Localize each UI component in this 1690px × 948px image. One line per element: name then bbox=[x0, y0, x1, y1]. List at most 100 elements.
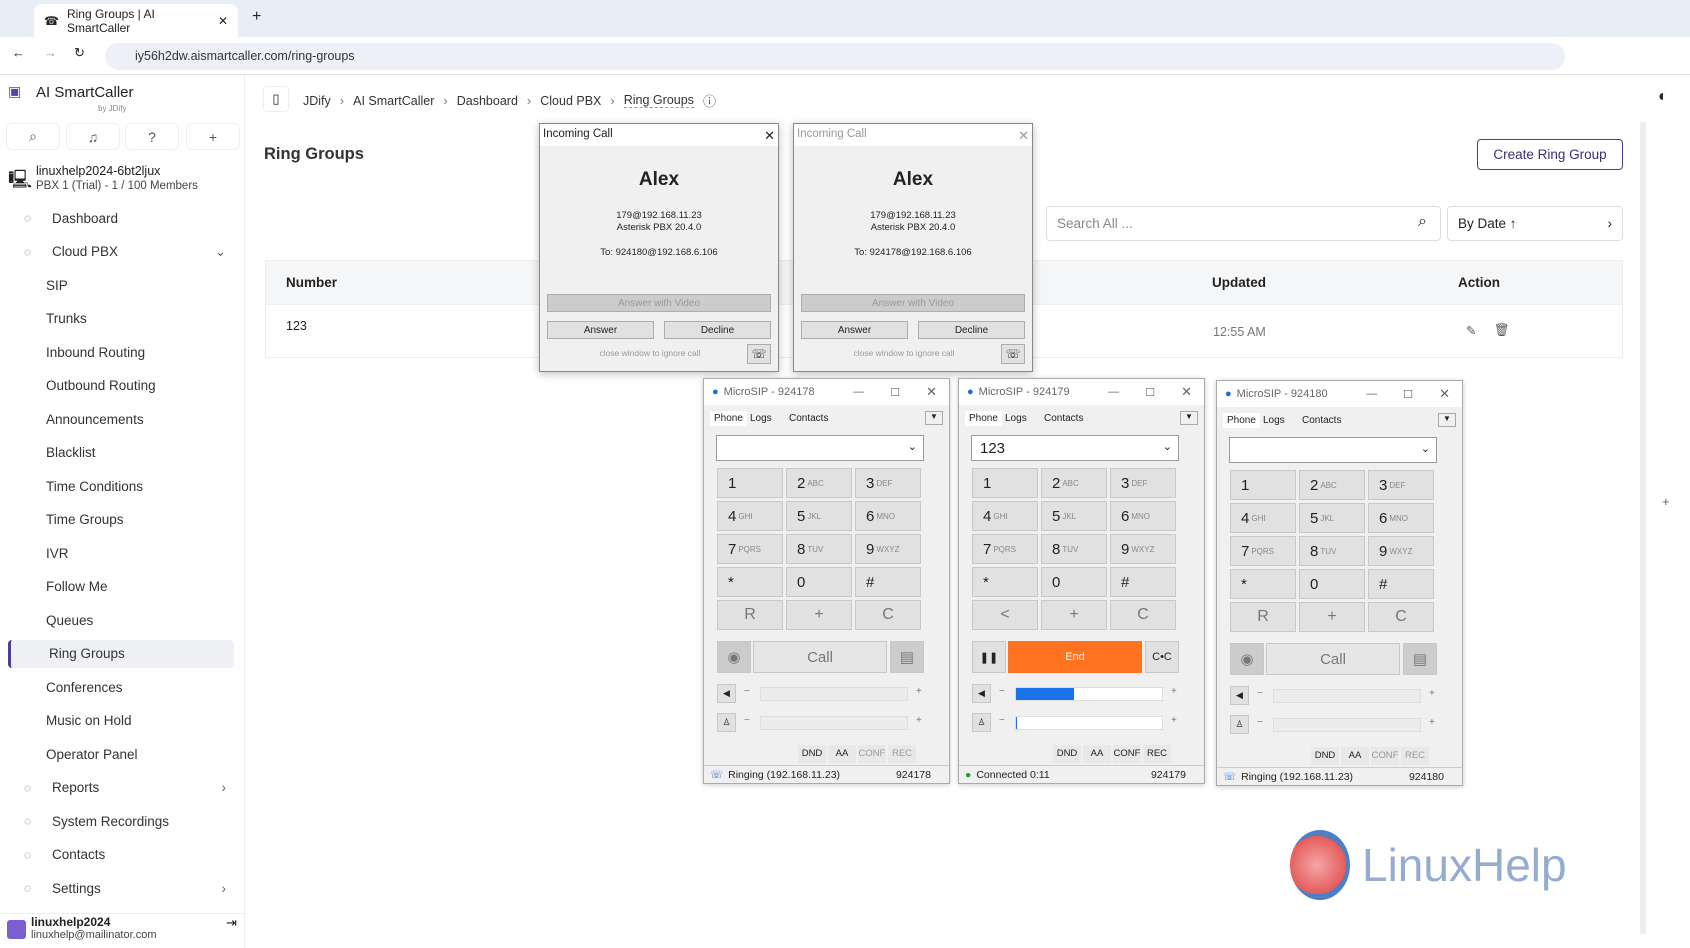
key-6[interactable]: 6 MNO bbox=[1110, 501, 1176, 531]
avatar[interactable] bbox=[7, 920, 26, 939]
key-5[interactable]: 5 JKL bbox=[786, 501, 852, 531]
backspace-button[interactable]: R bbox=[1230, 602, 1296, 632]
search-icon[interactable]: ⌕ bbox=[1418, 213, 1427, 231]
clear-button[interactable]: C bbox=[1368, 602, 1434, 632]
workspace-name[interactable]: linuxhelp2024-6bt2ljux bbox=[36, 164, 160, 178]
breadcrumb-item[interactable]: Ring Groups bbox=[623, 93, 694, 108]
mic-icon[interactable]: ♙ bbox=[1230, 715, 1249, 734]
key-9[interactable]: 9 WXYZ bbox=[1110, 534, 1176, 564]
key-#[interactable]: # bbox=[855, 567, 921, 597]
hold-icon[interactable]: ❚❚ bbox=[972, 641, 1006, 673]
tab-logs[interactable]: Logs bbox=[746, 411, 776, 426]
key-9[interactable]: 9 WXYZ bbox=[1368, 536, 1434, 566]
sidebar-item-inbound-routing[interactable]: Inbound Routing bbox=[8, 338, 234, 366]
key-2[interactable]: 2 ABC bbox=[1299, 470, 1365, 500]
close-icon[interactable]: ✕ bbox=[926, 384, 937, 400]
key-0[interactable]: 0 bbox=[786, 567, 852, 597]
speaker-volume-slider[interactable] bbox=[1015, 687, 1163, 701]
plus-button[interactable]: + bbox=[786, 600, 852, 630]
sort-select[interactable]: By Date ↑ › bbox=[1447, 206, 1623, 241]
dial-input[interactable]: ⌄ bbox=[716, 435, 924, 461]
forward-call-icon[interactable]: ☏ bbox=[1001, 344, 1025, 364]
key-0[interactable]: 0 bbox=[1299, 569, 1365, 599]
end-call-button[interactable]: End bbox=[1008, 641, 1142, 673]
sidebar-item-sip[interactable]: SIP bbox=[8, 271, 234, 299]
speaker-icon[interactable]: ◀ bbox=[717, 684, 736, 703]
mic-icon[interactable]: ♙ bbox=[717, 713, 736, 732]
speaker-icon[interactable]: ◀ bbox=[1230, 686, 1249, 705]
key-7[interactable]: 7 PQRS bbox=[717, 534, 783, 564]
answer-button[interactable]: Answer bbox=[547, 321, 654, 339]
forward-icon[interactable]: → bbox=[44, 45, 57, 60]
help-icon[interactable]: ? bbox=[125, 123, 179, 150]
sidebar-item-queues[interactable]: Queues bbox=[8, 606, 234, 634]
toggle-sidebar-icon[interactable]: ▯ bbox=[263, 86, 289, 112]
sidebar-item-reports[interactable]: ◌ Reports › bbox=[8, 774, 234, 802]
flag-conf-button[interactable]: CONF bbox=[1113, 745, 1141, 763]
call-button[interactable]: Call bbox=[1266, 643, 1400, 675]
key-4[interactable]: 4 GHI bbox=[717, 501, 783, 531]
speaker-volume-slider[interactable] bbox=[760, 687, 908, 701]
sidebar-item-time-groups[interactable]: Time Groups bbox=[8, 506, 234, 534]
minimize-icon[interactable]: — bbox=[1366, 388, 1377, 400]
flag-conf-button[interactable]: CONF bbox=[858, 745, 886, 763]
key-*[interactable]: * bbox=[972, 567, 1038, 597]
tab-logs[interactable]: Logs bbox=[1259, 413, 1289, 428]
sidebar-item-outbound-routing[interactable]: Outbound Routing bbox=[8, 372, 234, 400]
tab-phone[interactable]: Phone bbox=[1223, 413, 1260, 428]
key-#[interactable]: # bbox=[1368, 569, 1434, 599]
key-*[interactable]: * bbox=[1230, 569, 1296, 599]
edit-icon[interactable]: ✎ bbox=[1466, 323, 1476, 338]
message-icon[interactable]: ▤ bbox=[1403, 643, 1437, 675]
search-input[interactable]: Search All ... bbox=[1046, 206, 1441, 241]
window-titlebar[interactable]: ● MicroSIP - 924178 — ☐ ✕ bbox=[704, 379, 949, 405]
delete-icon[interactable]: 🗑 bbox=[1494, 323, 1510, 338]
sidebar-item-trunks[interactable]: Trunks bbox=[8, 305, 234, 333]
column-number[interactable]: Number bbox=[286, 275, 337, 290]
sidebar-item-conferences[interactable]: Conferences bbox=[8, 673, 234, 701]
key-2[interactable]: 2 ABC bbox=[786, 468, 852, 498]
flag-conf-button[interactable]: CONF bbox=[1371, 747, 1399, 765]
decline-button[interactable]: Decline bbox=[664, 321, 771, 339]
breadcrumb-item[interactable]: JDify bbox=[303, 94, 331, 108]
breadcrumb-item[interactable]: Dashboard bbox=[457, 94, 518, 108]
key-3[interactable]: 3 DEF bbox=[855, 468, 921, 498]
key-8[interactable]: 8 TUV bbox=[786, 534, 852, 564]
menu-dropdown-icon[interactable]: ▼ bbox=[925, 411, 943, 425]
user-name[interactable]: linuxhelp2024 bbox=[31, 915, 110, 929]
close-icon[interactable]: ✕ bbox=[1439, 386, 1450, 402]
flag-rec-button[interactable]: REC bbox=[1143, 745, 1171, 763]
column-updated[interactable]: Updated bbox=[1212, 275, 1266, 290]
key-7[interactable]: 7 PQRS bbox=[972, 534, 1038, 564]
close-icon[interactable]: ✕ bbox=[1018, 128, 1029, 143]
key-3[interactable]: 3 DEF bbox=[1368, 470, 1434, 500]
mic-volume-slider[interactable] bbox=[1273, 718, 1421, 732]
new-tab-icon[interactable]: + bbox=[252, 8, 261, 26]
bell-icon[interactable]: ♫ bbox=[66, 123, 120, 150]
key-*[interactable]: * bbox=[717, 567, 783, 597]
search-icon[interactable]: ⌕ bbox=[6, 123, 60, 150]
key-8[interactable]: 8 TUV bbox=[1299, 536, 1365, 566]
mic-volume-slider[interactable] bbox=[760, 716, 908, 730]
url-input[interactable]: iy56h2dw.aismartcaller.com/ring-groups bbox=[105, 43, 1565, 70]
sidebar-item-cloud-pbx[interactable]: ◌ Cloud PBX ⌄ bbox=[8, 238, 234, 266]
mic-icon[interactable]: ♙ bbox=[972, 713, 991, 732]
maximize-icon[interactable]: ☐ bbox=[1403, 388, 1413, 401]
backspace-button[interactable]: R bbox=[717, 600, 783, 630]
speaker-volume-slider[interactable] bbox=[1273, 689, 1421, 703]
tab-contacts[interactable]: Contacts bbox=[1298, 413, 1345, 428]
flag-aa-button[interactable]: AA bbox=[1083, 745, 1111, 763]
logout-icon[interactable]: ⇥ bbox=[226, 915, 237, 931]
key-6[interactable]: 6 MNO bbox=[1368, 503, 1434, 533]
menu-dropdown-icon[interactable]: ▼ bbox=[1180, 411, 1198, 425]
maximize-icon[interactable]: ☐ bbox=[890, 386, 900, 399]
video-call-icon[interactable]: ◉ bbox=[1230, 643, 1264, 675]
clear-button[interactable]: C bbox=[855, 600, 921, 630]
close-icon[interactable]: ✕ bbox=[764, 128, 775, 143]
sidebar-item-time-conditions[interactable]: Time Conditions bbox=[8, 472, 234, 500]
key-1[interactable]: 1 bbox=[972, 468, 1038, 498]
flag-dnd-button[interactable]: DND bbox=[1053, 745, 1081, 763]
answer-with-video-button[interactable]: Answer with Video bbox=[801, 294, 1025, 312]
key-#[interactable]: # bbox=[1110, 567, 1176, 597]
sidebar-item-music-on-hold[interactable]: Music on Hold bbox=[8, 707, 234, 735]
